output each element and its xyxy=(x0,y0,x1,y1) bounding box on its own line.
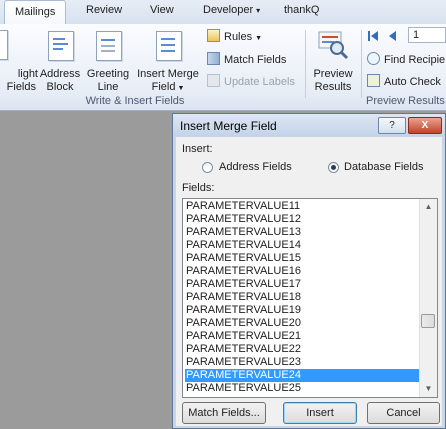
group-label-write-insert: Write & Insert Fields xyxy=(85,95,185,107)
chevron-down-icon: ▼ xyxy=(177,85,185,92)
fields-label: Fields: xyxy=(182,182,215,194)
tab-developer[interactable]: Developer ▾ xyxy=(203,4,260,16)
scrollbar-thumb[interactable] xyxy=(421,314,435,328)
auto-check-button[interactable]: Auto Check xyxy=(367,74,441,88)
previous-record-icon xyxy=(389,31,396,41)
list-item[interactable]: PARAMETERVALUE22 xyxy=(185,343,420,356)
list-item[interactable]: PARAMETERVALUE21 xyxy=(185,330,420,343)
list-item[interactable]: PARAMETERVALUE19 xyxy=(185,304,420,317)
list-item[interactable]: PARAMETERVALUE17 xyxy=(185,278,420,291)
close-icon: X xyxy=(421,120,429,131)
help-button[interactable]: ? xyxy=(378,117,406,134)
list-item[interactable]: PARAMETERVALUE12 xyxy=(185,213,420,226)
list-item[interactable]: PARAMETERVALUE14 xyxy=(185,239,420,252)
list-item[interactable]: PARAMETERVALUE11 xyxy=(185,200,420,213)
address-block-button[interactable]: Address Block xyxy=(38,28,82,93)
address-block-icon xyxy=(48,31,74,61)
scroll-up-icon[interactable]: ▲ xyxy=(420,199,437,215)
cancel-button[interactable]: Cancel xyxy=(367,402,440,424)
dialog-title: Insert Merge Field xyxy=(180,119,277,133)
insert-button[interactable]: Insert xyxy=(283,402,357,424)
match-fields-icon xyxy=(207,52,220,65)
list-item[interactable]: PARAMETERVALUE20 xyxy=(185,317,420,330)
record-number-input[interactable]: 1 xyxy=(408,27,446,43)
match-fields-button[interactable]: Match Fields xyxy=(207,52,286,66)
insert-merge-field-icon xyxy=(156,31,182,61)
ribbon-mailings: light Fields Address Block Greeting Line… xyxy=(0,24,446,111)
tab-view[interactable]: View xyxy=(150,4,174,16)
radio-indicator xyxy=(328,162,339,173)
list-item-selected[interactable]: PARAMETERVALUE24 xyxy=(185,369,420,382)
highlight-fields-icon xyxy=(0,30,8,60)
find-recipient-icon xyxy=(367,52,380,65)
chevron-down-icon: ▼ xyxy=(255,35,263,42)
close-button[interactable]: X xyxy=(408,117,442,134)
list-item[interactable]: PARAMETERVALUE13 xyxy=(185,226,420,239)
tab-mailings[interactable]: Mailings xyxy=(4,0,67,25)
dialog-body: Insert: Address Fields Database Fields F… xyxy=(176,137,442,426)
update-labels-button[interactable]: Update Labels xyxy=(207,74,295,88)
insert-merge-field-dialog: Insert Merge Field ? X Insert: Address F… xyxy=(172,113,446,429)
auto-check-icon xyxy=(367,74,380,87)
list-item[interactable]: PARAMETERVALUE18 xyxy=(185,291,420,304)
ribbon-tab-bar: Mailings Review View Developer ▾ thankQ xyxy=(0,0,446,25)
fields-scrollbar[interactable]: ▲ ▼ xyxy=(419,199,437,397)
group-separator xyxy=(361,30,362,98)
update-labels-icon xyxy=(207,74,220,87)
scroll-down-icon[interactable]: ▼ xyxy=(420,381,437,397)
group-label-preview-results: Preview Results xyxy=(366,95,445,107)
preview-results-icon xyxy=(318,31,349,60)
list-item[interactable]: PARAMETERVALUE16 xyxy=(185,265,420,278)
first-record-button[interactable] xyxy=(367,30,379,45)
dialog-title-bar[interactable]: Insert Merge Field ? X xyxy=(173,114,445,136)
highlight-merge-fields-button[interactable]: light Fields xyxy=(0,28,38,93)
list-item[interactable]: PARAMETERVALUE15 xyxy=(185,252,420,265)
previous-record-button[interactable] xyxy=(387,30,397,45)
rules-button[interactable]: Rules ▼ xyxy=(207,29,262,43)
tab-review[interactable]: Review xyxy=(86,4,122,16)
fields-listbox[interactable]: PARAMETERVALUE11 PARAMETERVALUE12 PARAME… xyxy=(182,198,438,398)
greeting-line-icon xyxy=(96,31,122,61)
group-separator xyxy=(305,30,306,98)
rules-icon xyxy=(207,29,220,42)
match-fields-dialog-button[interactable]: Match Fields... xyxy=(182,402,266,424)
list-item[interactable]: PARAMETERVALUE23 xyxy=(185,356,420,369)
radio-indicator xyxy=(202,162,213,173)
greeting-line-button[interactable]: Greeting Line xyxy=(84,28,132,93)
list-item[interactable]: PARAMETERVALUE25 xyxy=(185,382,420,395)
chevron-down-icon: ▾ xyxy=(256,6,261,15)
tab-thankq[interactable]: thankQ xyxy=(284,4,319,16)
insert-merge-field-button[interactable]: Insert Merge Field ▼ xyxy=(133,28,203,93)
insert-label: Insert: xyxy=(182,143,213,155)
find-recipient-button[interactable]: Find Recipie xyxy=(367,52,445,66)
first-record-icon xyxy=(368,31,378,41)
preview-results-button[interactable]: Preview Results xyxy=(307,28,359,93)
